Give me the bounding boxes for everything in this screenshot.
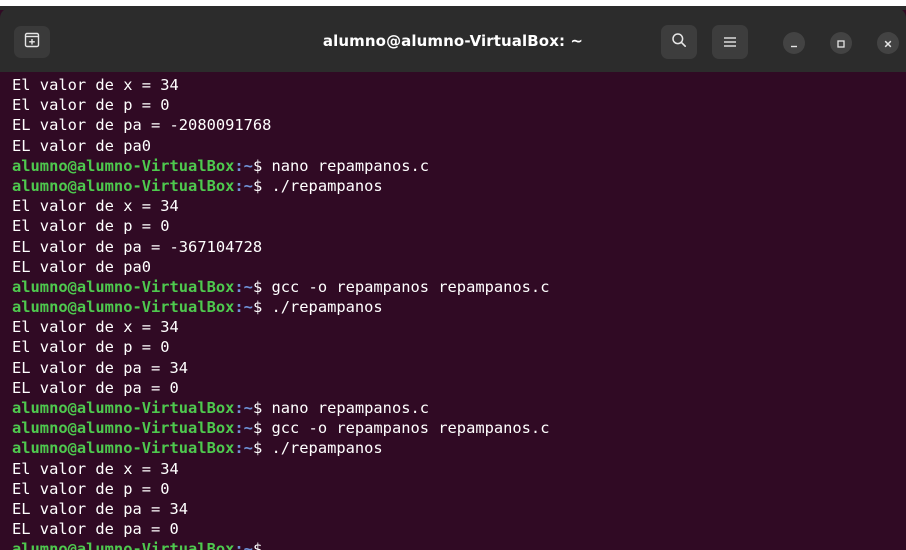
close-icon (883, 34, 893, 53)
output-line: El valor de x = 34 (12, 197, 179, 216)
prompt-path: :~ (234, 439, 253, 458)
output-line: El valor de x = 34 (12, 76, 179, 94)
prompt-user-host: alumno@alumno-VirtualBox (12, 156, 235, 175)
output-line: EL valor de pa = 0 (12, 378, 179, 397)
prompt-line: alumno@alumno-VirtualBox:~$ gcc -o repam… (12, 277, 906, 297)
prompt-user-host: alumno@alumno-VirtualBox (12, 176, 235, 195)
minimize-button[interactable] (783, 32, 805, 54)
output-line: EL valor de pa0 (12, 257, 151, 276)
prompt-path: :~ (234, 540, 253, 550)
new-tab-icon (24, 32, 40, 52)
prompt-symbol: $ (252, 156, 272, 175)
prompt-user-host: alumno@alumno-VirtualBox (12, 277, 235, 296)
output-line: El valor de p = 0 (12, 479, 170, 498)
prompt-path: :~ (234, 156, 253, 175)
output-line: EL valor de pa = 0 (12, 520, 179, 539)
prompt-line: alumno@alumno-VirtualBox:~$ ./repampanos (12, 176, 906, 196)
search-button[interactable] (661, 25, 697, 59)
output-line: EL valor de pa = 34 (12, 358, 189, 377)
prompt-user-host: alumno@alumno-VirtualBox (12, 399, 235, 417)
output-line: El valor de p = 0 (12, 217, 170, 236)
prompt-symbol: $ (252, 298, 272, 317)
command-text: gcc -o repampanos repampanos.c (271, 419, 550, 438)
prompt-line: alumno@alumno-VirtualBox:~$ nano repampa… (12, 156, 906, 176)
prompt-user-host: alumno@alumno-VirtualBox (12, 298, 235, 317)
title-bar[interactable]: alumno@alumno-VirtualBox: ~ (0, 8, 906, 72)
output-line: El valor de p = 0 (12, 338, 170, 357)
command-text: gcc -o repampanos repampanos.c (271, 277, 550, 296)
hamburger-menu-icon (723, 33, 737, 52)
prompt-path: :~ (234, 399, 253, 417)
search-icon (671, 32, 687, 52)
output-line: El valor de x = 34 (12, 459, 179, 478)
menu-button[interactable] (712, 25, 748, 59)
prompt-line: alumno@alumno-VirtualBox:~$ gcc -o repam… (12, 418, 906, 438)
prompt-symbol: $ (252, 439, 272, 458)
prompt-path: :~ (234, 176, 253, 195)
maximize-button[interactable] (830, 32, 852, 54)
prompt-path: :~ (234, 277, 253, 296)
command-text: ./repampanos (271, 439, 383, 458)
prompt-path: :~ (234, 298, 253, 317)
maximize-icon (836, 34, 846, 53)
window-title: alumno@alumno-VirtualBox: ~ (322, 32, 584, 50)
terminal-output[interactable]: El valor de x = 34 El valor de p = 0 EL va… (12, 75, 906, 550)
command-text: ./repampanos (271, 298, 383, 317)
prompt-symbol: $ (252, 419, 272, 438)
output-line: EL valor de pa = 34 (12, 499, 189, 518)
minimize-icon (789, 34, 799, 53)
new-tab-button[interactable] (14, 26, 50, 58)
terminal-window: alumno@alumno-VirtualBox: ~ El valor de … (0, 0, 906, 550)
prompt-symbol: $ (252, 399, 272, 417)
prompt-line: alumno@alumno-VirtualBox:~$ ./repampanos (12, 438, 906, 458)
prompt-path: :~ (234, 419, 253, 438)
command-text: ./repampanos (271, 176, 383, 195)
prompt-symbol: $ (252, 277, 272, 296)
prompt-line: alumno@alumno-VirtualBox:~$ nano repampa… (12, 398, 906, 418)
output-line: EL valor de pa = -367104728 (12, 237, 263, 256)
prompt-user-host: alumno@alumno-VirtualBox (12, 439, 235, 458)
output-line: EL valor de pa0 (12, 136, 151, 155)
prompt-user-host: alumno@alumno-VirtualBox (12, 419, 235, 438)
command-text: nano repampanos.c (271, 399, 430, 417)
command-text: nano repampanos.c (271, 156, 430, 175)
prompt-user-host: alumno@alumno-VirtualBox (12, 540, 235, 550)
output-line: El valor de x = 34 (12, 318, 179, 337)
output-line: EL valor de pa = -2080091768 (12, 116, 272, 135)
close-button[interactable] (877, 32, 899, 54)
prompt-symbol: $ (252, 176, 272, 195)
prompt-line: alumno@alumno-VirtualBox:~$ (12, 539, 906, 550)
prompt-line: alumno@alumno-VirtualBox:~$ ./repampanos (12, 297, 906, 317)
prompt-symbol: $ (252, 540, 272, 550)
output-line: El valor de p = 0 (12, 96, 170, 115)
